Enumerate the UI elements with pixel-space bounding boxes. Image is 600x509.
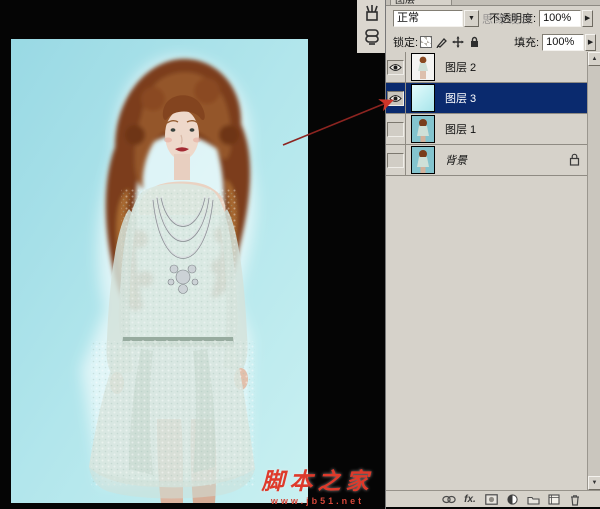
eye-icon (389, 63, 402, 72)
fill-label: 填充: (514, 34, 539, 50)
layer-thumbnail[interactable] (411, 53, 435, 81)
layer-row-background[interactable]: 背景 (386, 145, 588, 176)
layer-name[interactable]: 背景 (445, 152, 467, 168)
visibility-cell[interactable] (386, 83, 406, 113)
scroll-down-icon[interactable]: ▼ (588, 476, 600, 490)
lock-all-padlock-icon[interactable] (468, 36, 480, 48)
model-illustration (11, 39, 308, 503)
layer-style-fx-icon[interactable]: fx. (463, 493, 477, 506)
fill-value[interactable]: 100% (542, 34, 584, 51)
new-adjustment-layer-icon[interactable] (505, 493, 519, 506)
layers-scrollbar[interactable]: ▲ ▼ (587, 52, 600, 490)
layer-thumbnail[interactable] (411, 115, 435, 143)
blend-mode-dropdown-arrow-icon[interactable]: ▼ (464, 10, 479, 27)
visibility-cell[interactable] (386, 114, 406, 144)
lock-pixels-brush-icon[interactable] (436, 36, 448, 48)
scroll-up-icon[interactable]: ▲ (588, 52, 600, 66)
blend-mode-row: 正常 ▼ 不透明度: 100% ▶ 思缘设计 (386, 6, 600, 30)
brush-cup-tool-icon[interactable] (361, 2, 383, 24)
layers-list: 图层 2 图层 3 图层 1 背景 (386, 52, 588, 176)
layer-thumbnail[interactable] (411, 84, 435, 112)
lock-label: 锁定: (393, 34, 418, 50)
new-layer-icon[interactable] (547, 493, 561, 506)
background-lock-icon (569, 153, 580, 166)
opacity-value[interactable]: 100% (539, 10, 581, 27)
layer-row-layer1[interactable]: 图层 1 (386, 114, 588, 145)
layer-row-layer3-selected[interactable]: 图层 3 (386, 83, 588, 114)
opacity-slider-arrow-icon[interactable]: ▶ (582, 10, 593, 27)
layers-panel: 图层 正常 ▼ 不透明度: 100% ▶ 思缘设计 锁定: 填充: 100% ▶ (385, 0, 600, 509)
layers-panel-bottom-bar: fx. (386, 490, 600, 508)
visibility-empty-box[interactable] (387, 122, 404, 137)
layer-row-layer2[interactable]: 图层 2 (386, 52, 588, 83)
new-group-folder-icon[interactable] (526, 493, 540, 506)
visibility-cell[interactable] (386, 145, 406, 175)
fill-slider-arrow-icon[interactable]: ▶ (585, 34, 596, 51)
document-canvas-image (11, 39, 308, 503)
toolbox-edge-strip (357, 0, 388, 53)
visibility-cell[interactable] (386, 52, 406, 82)
eye-icon (389, 94, 402, 103)
blend-mode-select[interactable]: 正常 (393, 10, 463, 27)
add-layer-mask-icon[interactable] (484, 493, 498, 506)
layer-name[interactable]: 图层 3 (445, 90, 476, 106)
stacked-shapes-tool-icon[interactable] (361, 26, 383, 48)
delete-layer-trash-icon[interactable] (568, 493, 582, 506)
visibility-empty-box[interactable] (387, 153, 404, 168)
opacity-label: 不透明度: (489, 10, 536, 26)
lock-position-move-icon[interactable] (452, 36, 464, 48)
link-layers-icon[interactable] (442, 493, 456, 506)
layer-name[interactable]: 图层 2 (445, 59, 476, 75)
lock-row: 锁定: 填充: 100% ▶ (386, 30, 600, 54)
layer-name[interactable]: 图层 1 (445, 121, 476, 137)
layer-thumbnail[interactable] (411, 146, 435, 174)
lock-transparency-icon[interactable] (420, 36, 432, 48)
